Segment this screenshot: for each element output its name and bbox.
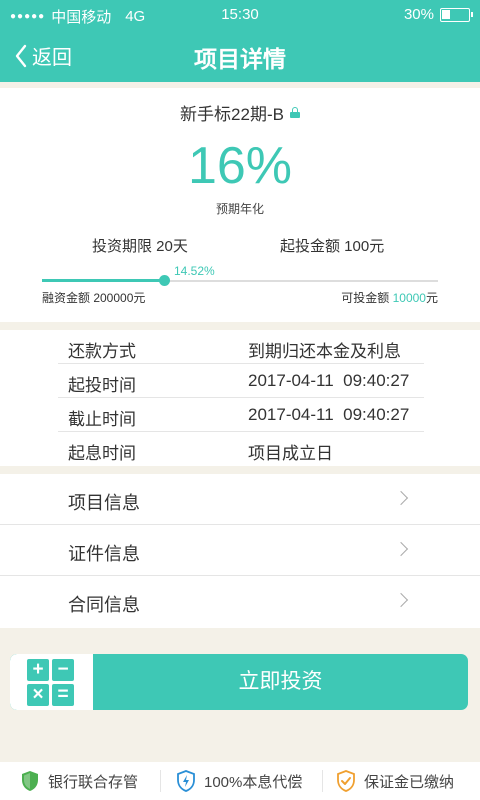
raise-total: 融资金额 200000元 (42, 291, 146, 305)
lightning-shield-icon (177, 770, 195, 792)
calculator-button[interactable]: + − × = (10, 654, 93, 710)
status-bar: ●●●●● 中国移动 4G 15:30 30% (0, 0, 480, 30)
badge-label: 保证金已缴纳 (364, 773, 455, 791)
progress-fill (42, 279, 164, 282)
badge-label: 100%本息代偿 (204, 773, 303, 791)
nav-bar: 返回 项目详情 (0, 30, 480, 82)
footer-divider (322, 770, 323, 792)
info-value: 2017-04-11 09:40:27 (248, 371, 410, 390)
info-row-start-time: 起投时间 2017-04-11 09:40:27 (58, 364, 424, 398)
info-key: 截止时间 (68, 410, 136, 429)
calculator-icon: + − × = (27, 659, 74, 706)
check-shield-icon (337, 770, 355, 792)
calc-times: × (27, 684, 49, 706)
badge-label: 银行联合存管 (48, 773, 139, 791)
chevron-right-icon (393, 592, 409, 608)
progress-percent: 14.52% (174, 264, 215, 278)
chevron-right-icon (393, 541, 409, 557)
back-label: 返回 (32, 47, 72, 69)
menu-item-project-info[interactable]: 项目信息 (0, 474, 480, 525)
battery-fill (442, 9, 450, 19)
chevron-left-icon (15, 44, 27, 67)
menu-item-label: 合同信息 (68, 595, 140, 615)
menu-item-label: 证件信息 (68, 544, 140, 564)
info-row-end-time: 截止时间 2017-04-11 09:40:27 (58, 398, 424, 432)
trust-badges-footer: 银行联合存管 100%本息代偿 保证金已缴纳 (0, 762, 480, 800)
info-key: 还款方式 (68, 342, 136, 361)
info-value: 到期归还本金及利息 (248, 342, 401, 361)
product-name: 新手标22期-B (180, 105, 284, 124)
annual-rate-label: 预期年化 (215, 202, 264, 216)
menu-item-label: 项目信息 (68, 493, 140, 513)
page-title: 项目详情 (194, 46, 286, 72)
info-row-repayment: 还款方式 到期归还本金及利息 (58, 330, 424, 364)
available-label: 可投金额 (341, 291, 393, 305)
investment-term: 投资期限 20天 (92, 238, 188, 255)
project-terms-card: 还款方式 到期归还本金及利息 起投时间 2017-04-11 09:40:27 … (0, 330, 480, 466)
info-key: 起投时间 (68, 376, 136, 395)
footer-divider (160, 770, 161, 792)
back-button[interactable]: 返回 (14, 41, 72, 70)
invest-now-button[interactable]: 立即投资 (93, 654, 468, 710)
battery-icon (440, 7, 473, 22)
badge-guarantee: 100%本息代偿 (176, 770, 302, 792)
minimum-investment: 起投金额 100元 (280, 238, 385, 255)
info-row-interest-start: 起息时间 项目成立日 (58, 432, 424, 466)
badge-bank-custody: 银行联合存管 (20, 770, 138, 792)
funding-progress-bar (42, 275, 438, 286)
calc-equals: = (52, 684, 74, 706)
product-summary-card: 新手标22期-B 16% 预期年化 投资期限 20天 起投金额 100元 14.… (0, 88, 480, 322)
lock-icon (289, 107, 300, 118)
menu-item-certificate-info[interactable]: 证件信息 (0, 525, 480, 576)
menu-item-contract-info[interactable]: 合同信息 (0, 576, 480, 627)
available-amount: 可投金额 10000元 (341, 289, 438, 306)
detail-menu: 项目信息 证件信息 合同信息 (0, 474, 480, 628)
product-name-row: 新手标22期-B (0, 100, 480, 125)
available-value: 10000 (392, 291, 426, 305)
progress-knob (159, 275, 170, 286)
calc-minus: − (52, 659, 74, 681)
info-value: 项目成立日 (248, 444, 333, 463)
battery-percent: 30% (403, 6, 434, 23)
calc-plus: + (27, 659, 49, 681)
chevron-right-icon (393, 490, 409, 506)
annual-rate: 16% (187, 137, 293, 195)
info-value: 2017-04-11 09:40:27 (248, 405, 410, 424)
bank-shield-icon (22, 771, 38, 791)
invest-action-bar: + − × = 立即投资 (10, 654, 468, 710)
available-unit: 元 (425, 291, 438, 305)
badge-deposit: 保证金已缴纳 (336, 770, 454, 792)
info-key: 起息时间 (68, 444, 136, 463)
status-right: 30% (403, 6, 473, 23)
